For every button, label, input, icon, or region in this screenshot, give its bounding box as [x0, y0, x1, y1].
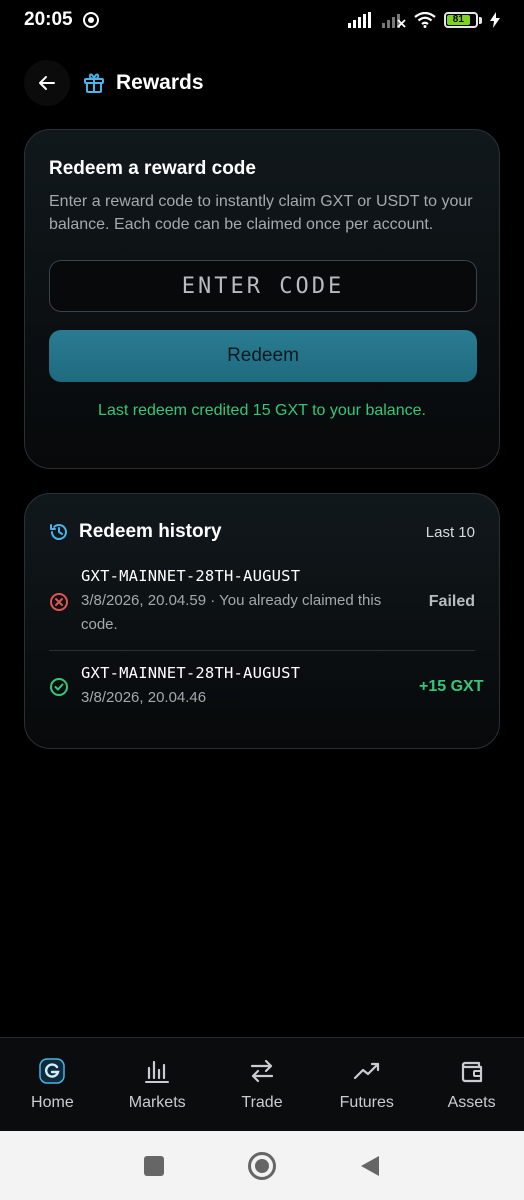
redeem-status-message: Last redeem credited 15 GXT to your bala…: [98, 402, 426, 419]
bar-chart-icon: [142, 1056, 172, 1086]
gift-icon: [84, 73, 104, 93]
system-nav-bar: [0, 1131, 524, 1200]
wifi-icon: [414, 12, 436, 28]
history-item-status: Failed: [428, 593, 475, 610]
header: Rewards: [24, 60, 500, 106]
nav-label: Assets: [447, 1094, 496, 1111]
history-item: GXT-MAINNET-28TH-AUGUST 3/8/2026, 20.04.…: [49, 567, 475, 636]
circle-home-icon: [248, 1151, 276, 1180]
redeem-card: Redeem a reward code Enter a reward code…: [24, 129, 500, 469]
history-item-code: GXT-MAINNET-28TH-AUGUST: [81, 664, 301, 682]
nav-label: Home: [31, 1094, 74, 1111]
square-icon: [144, 1155, 164, 1176]
history-item-status: +15 GXT: [419, 678, 484, 695]
history-title: Redeem history: [79, 521, 222, 542]
nav-markets[interactable]: Markets: [105, 1038, 210, 1131]
redeem-description: Enter a reward code to instantly claim G…: [49, 193, 473, 233]
nav-futures[interactable]: Futures: [314, 1038, 419, 1131]
rewards-screen: 20:05 81 Rewards Redeem a reward code En…: [0, 0, 524, 1200]
trend-up-icon: [352, 1056, 382, 1086]
error-circle-icon: [50, 593, 68, 611]
nav-label: Futures: [339, 1094, 394, 1111]
history-item: GXT-MAINNET-28TH-AUGUST 3/8/2026, 20.04.…: [49, 664, 483, 709]
nav-trade[interactable]: Trade: [210, 1038, 315, 1131]
logo-g-icon: [37, 1056, 67, 1086]
status-icons: 81: [348, 12, 500, 28]
redeem-button[interactable]: Redeem: [49, 330, 477, 382]
history-item-meta: 3/8/2026, 20.04.59 · You already claimed…: [81, 592, 382, 633]
triangle-back-icon: [361, 1155, 379, 1176]
home-button[interactable]: [247, 1151, 277, 1181]
bottom-nav: Home Markets Trade Futures Assets: [0, 1037, 524, 1131]
history-item-meta: 3/8/2026, 20.04.46: [81, 689, 207, 706]
history-card: Redeem history Last 10 GXT-MAINNET-28TH-…: [24, 493, 500, 749]
back-button[interactable]: [24, 60, 70, 106]
signal-icon: [348, 12, 371, 28]
nav-label: Trade: [241, 1094, 283, 1111]
history-count: Last 10: [425, 523, 475, 541]
code-input[interactable]: [49, 260, 477, 312]
nav-label: Markets: [128, 1094, 186, 1111]
wallet-icon: [457, 1056, 487, 1086]
history-divider: [49, 650, 475, 651]
recents-button[interactable]: [139, 1151, 169, 1181]
signal-off-icon: [382, 14, 406, 28]
system-back-button[interactable]: [355, 1151, 385, 1181]
battery-indicator: 81: [444, 12, 482, 28]
swap-arrows-icon: [247, 1056, 277, 1086]
check-circle-icon: [50, 678, 68, 696]
chrome-icon: [82, 12, 99, 28]
status-time: 20:05: [24, 9, 73, 30]
status-bar: 20:05 81: [0, 0, 524, 40]
nav-home[interactable]: Home: [0, 1038, 105, 1131]
history-icon: [50, 524, 67, 540]
page-title: Rewards: [116, 71, 204, 94]
nav-assets[interactable]: Assets: [419, 1038, 524, 1131]
arrow-left-icon: [39, 76, 55, 90]
charging-icon: [490, 12, 500, 28]
battery-level: 81: [447, 15, 470, 25]
history-item-code: GXT-MAINNET-28TH-AUGUST: [81, 567, 301, 585]
history-header: Redeem history Last 10: [49, 520, 475, 544]
redeem-title: Redeem a reward code: [49, 158, 256, 179]
